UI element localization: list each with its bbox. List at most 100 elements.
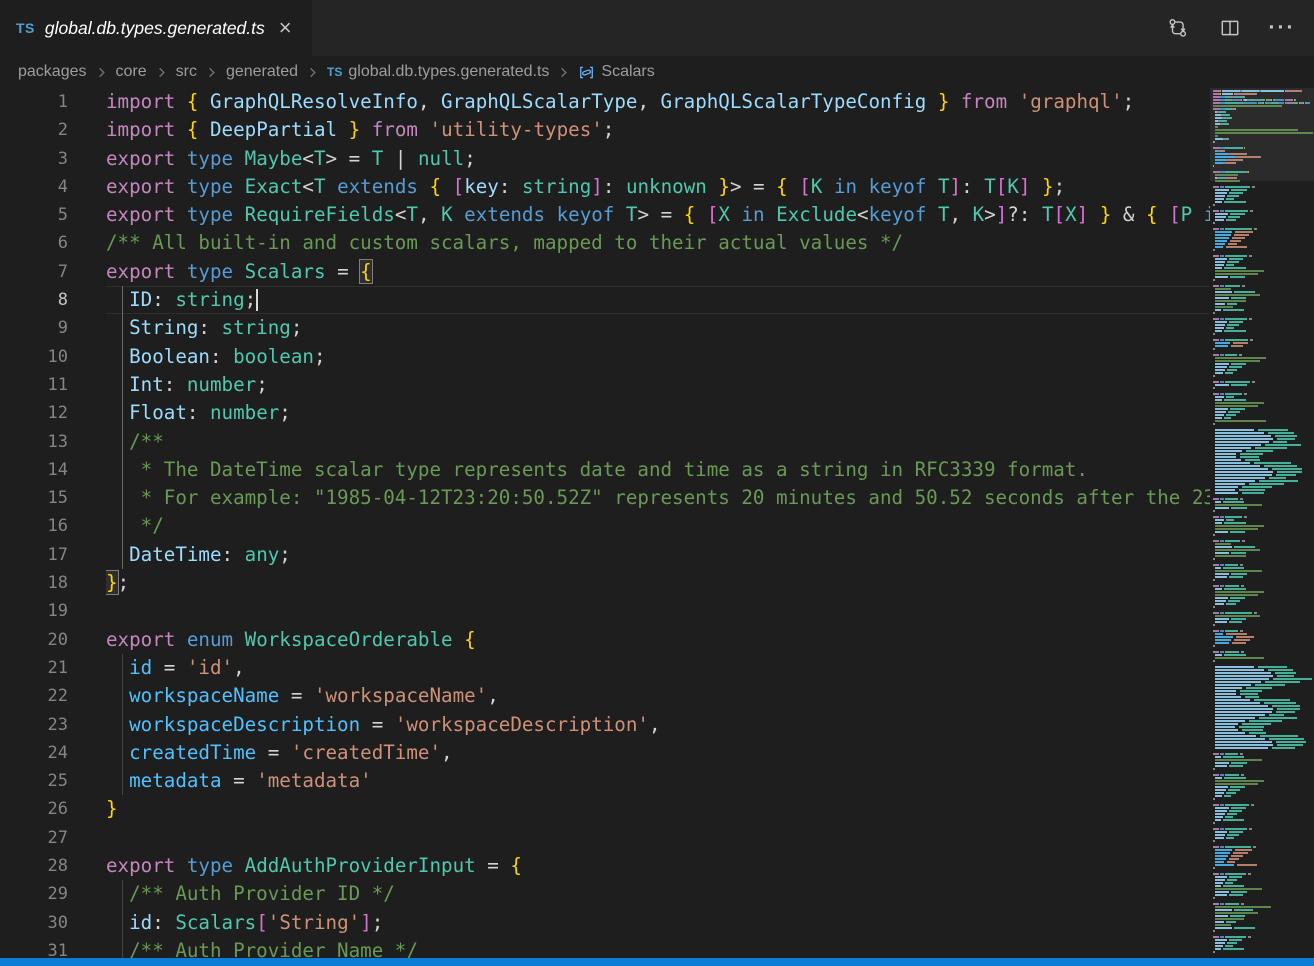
code-line[interactable]: 3export type Maybe<T> = T | null; <box>0 145 1210 173</box>
line-number[interactable]: 14 <box>0 456 68 484</box>
code-editor[interactable]: 1import { GraphQLResolveInfo, GraphQLSca… <box>0 88 1210 966</box>
code-line[interactable]: 26} <box>0 795 1210 823</box>
breadcrumb-item-packages[interactable]: packages <box>18 63 87 81</box>
code-line[interactable]: 23 workspaceDescription = 'workspaceDesc… <box>0 711 1210 739</box>
minimap-line <box>1213 210 1314 212</box>
code-token: workspaceName <box>129 684 279 707</box>
vscode-window: TS global.db.types.generated.ts × <box>0 0 1314 966</box>
code-line[interactable]: 18}; <box>0 569 1210 597</box>
code-line[interactable]: 8 ID: string; <box>0 286 1210 314</box>
line-number[interactable]: 11 <box>0 371 68 399</box>
line-number[interactable]: 16 <box>0 512 68 540</box>
code-line-content: DateTime: any; <box>106 541 1210 569</box>
code-line[interactable]: 15 * For example: "1985-04-12T23:20:50.5… <box>0 484 1210 512</box>
minimap-line <box>1213 606 1314 608</box>
line-number[interactable]: 26 <box>0 795 68 823</box>
code-line[interactable]: 21 id = 'id', <box>0 654 1210 682</box>
tab-global-db-types-generated[interactable]: TS global.db.types.generated.ts × <box>0 0 312 56</box>
minimap-line <box>1213 186 1314 188</box>
code-token: = <box>326 260 361 283</box>
line-number[interactable]: 21 <box>0 654 68 682</box>
code-line[interactable]: 4export type Exact<T extends { [key: str… <box>0 173 1210 201</box>
code-line[interactable]: 30 id: Scalars['String']; <box>0 909 1210 937</box>
code-token: GraphQLScalarTypeConfig <box>661 90 927 113</box>
minimap-line <box>1213 402 1314 404</box>
line-number[interactable]: 25 <box>0 767 68 795</box>
code-line[interactable]: 17 DateTime: any; <box>0 541 1210 569</box>
breadcrumb-item-core[interactable]: core <box>116 63 147 81</box>
line-number[interactable]: 28 <box>0 852 68 880</box>
line-number[interactable]: 20 <box>0 626 68 654</box>
code-line[interactable]: 28export type AddAuthProviderInput = { <box>0 852 1210 880</box>
code-line[interactable]: 16 */ <box>0 512 1210 540</box>
indent-guide <box>122 654 123 682</box>
minimap-line <box>1213 168 1314 170</box>
code-token: > = <box>730 175 776 198</box>
line-number[interactable]: 18 <box>0 569 68 597</box>
text-cursor <box>256 289 258 311</box>
line-number[interactable]: 23 <box>0 711 68 739</box>
breadcrumb-item-scalars[interactable]: Scalars <box>578 63 654 81</box>
line-number[interactable]: 19 <box>0 597 68 625</box>
split-editor-icon[interactable] <box>1218 16 1242 40</box>
code-line[interactable]: 29 /** Auth Provider ID */ <box>0 880 1210 908</box>
code-line[interactable]: 5export type RequireFields<T, K extends … <box>0 201 1210 229</box>
code-token: [ <box>799 175 811 198</box>
minimap-line <box>1213 120 1314 122</box>
code-line[interactable]: 11 Int: number; <box>0 371 1210 399</box>
code-token <box>1088 203 1100 226</box>
code-line[interactable]: 12 Float: number; <box>0 399 1210 427</box>
code-line[interactable]: 27 <box>0 824 1210 852</box>
code-line[interactable]: 20export enum WorkspaceOrderable { <box>0 626 1210 654</box>
more-actions-icon[interactable]: ··· <box>1270 16 1294 40</box>
line-number[interactable]: 27 <box>0 824 68 852</box>
close-icon[interactable]: × <box>279 17 292 39</box>
code-line[interactable]: 14 * The DateTime scalar type represents… <box>0 456 1210 484</box>
code-line[interactable]: 1import { GraphQLResolveInfo, GraphQLSca… <box>0 88 1210 116</box>
line-number[interactable]: 7 <box>0 258 68 286</box>
line-number[interactable]: 10 <box>0 343 68 371</box>
line-number[interactable]: 9 <box>0 314 68 342</box>
line-number[interactable]: 12 <box>0 399 68 427</box>
code-token <box>1030 175 1042 198</box>
code-line[interactable]: 2import { DeepPartial } from 'utility-ty… <box>0 116 1210 144</box>
code-line[interactable]: 6/** All built-in and custom scalars, ma… <box>0 229 1210 257</box>
line-number[interactable]: 5 <box>0 201 68 229</box>
line-number[interactable]: 1 <box>0 88 68 116</box>
status-bar[interactable] <box>0 958 1314 966</box>
line-number[interactable]: 6 <box>0 229 68 257</box>
line-number[interactable]: 30 <box>0 909 68 937</box>
minimap-line <box>1213 321 1314 323</box>
breadcrumb-item-global-db-types-generated-ts[interactable]: TSglobal.db.types.generated.ts <box>327 63 549 81</box>
code-token: { <box>684 203 696 226</box>
line-number[interactable]: 22 <box>0 682 68 710</box>
line-number[interactable]: 3 <box>0 145 68 173</box>
open-changes-icon[interactable] <box>1166 16 1190 40</box>
breadcrumb-item-generated[interactable]: generated <box>226 63 298 81</box>
code-line[interactable]: 9 String: string; <box>0 314 1210 342</box>
line-number[interactable]: 4 <box>0 173 68 201</box>
minimap[interactable] <box>1210 88 1314 958</box>
code-line[interactable]: 10 Boolean: boolean; <box>0 343 1210 371</box>
minimap-line <box>1213 483 1314 485</box>
line-number[interactable]: 2 <box>0 116 68 144</box>
line-number[interactable]: 29 <box>0 880 68 908</box>
code-token: : <box>499 175 522 198</box>
code-line[interactable]: 25 metadata = 'metadata' <box>0 767 1210 795</box>
line-number[interactable]: 24 <box>0 739 68 767</box>
code-line[interactable]: 24 createdTime = 'createdTime', <box>0 739 1210 767</box>
code-token: } <box>938 90 950 113</box>
code-line[interactable]: 22 workspaceName = 'workspaceName', <box>0 682 1210 710</box>
code-line[interactable]: 7export type Scalars = { <box>0 258 1210 286</box>
code-token: = <box>476 854 511 877</box>
minimap-line <box>1213 894 1314 896</box>
code-line[interactable]: 13 /** <box>0 428 1210 456</box>
code-line[interactable]: 19 <box>0 597 1210 625</box>
breadcrumb-item-src[interactable]: src <box>176 63 197 81</box>
line-number[interactable]: 17 <box>0 541 68 569</box>
line-number[interactable]: 13 <box>0 428 68 456</box>
code-token: { <box>1146 203 1158 226</box>
line-number[interactable]: 8 <box>0 286 68 314</box>
code-token: Scalars <box>175 911 256 934</box>
line-number[interactable]: 15 <box>0 484 68 512</box>
